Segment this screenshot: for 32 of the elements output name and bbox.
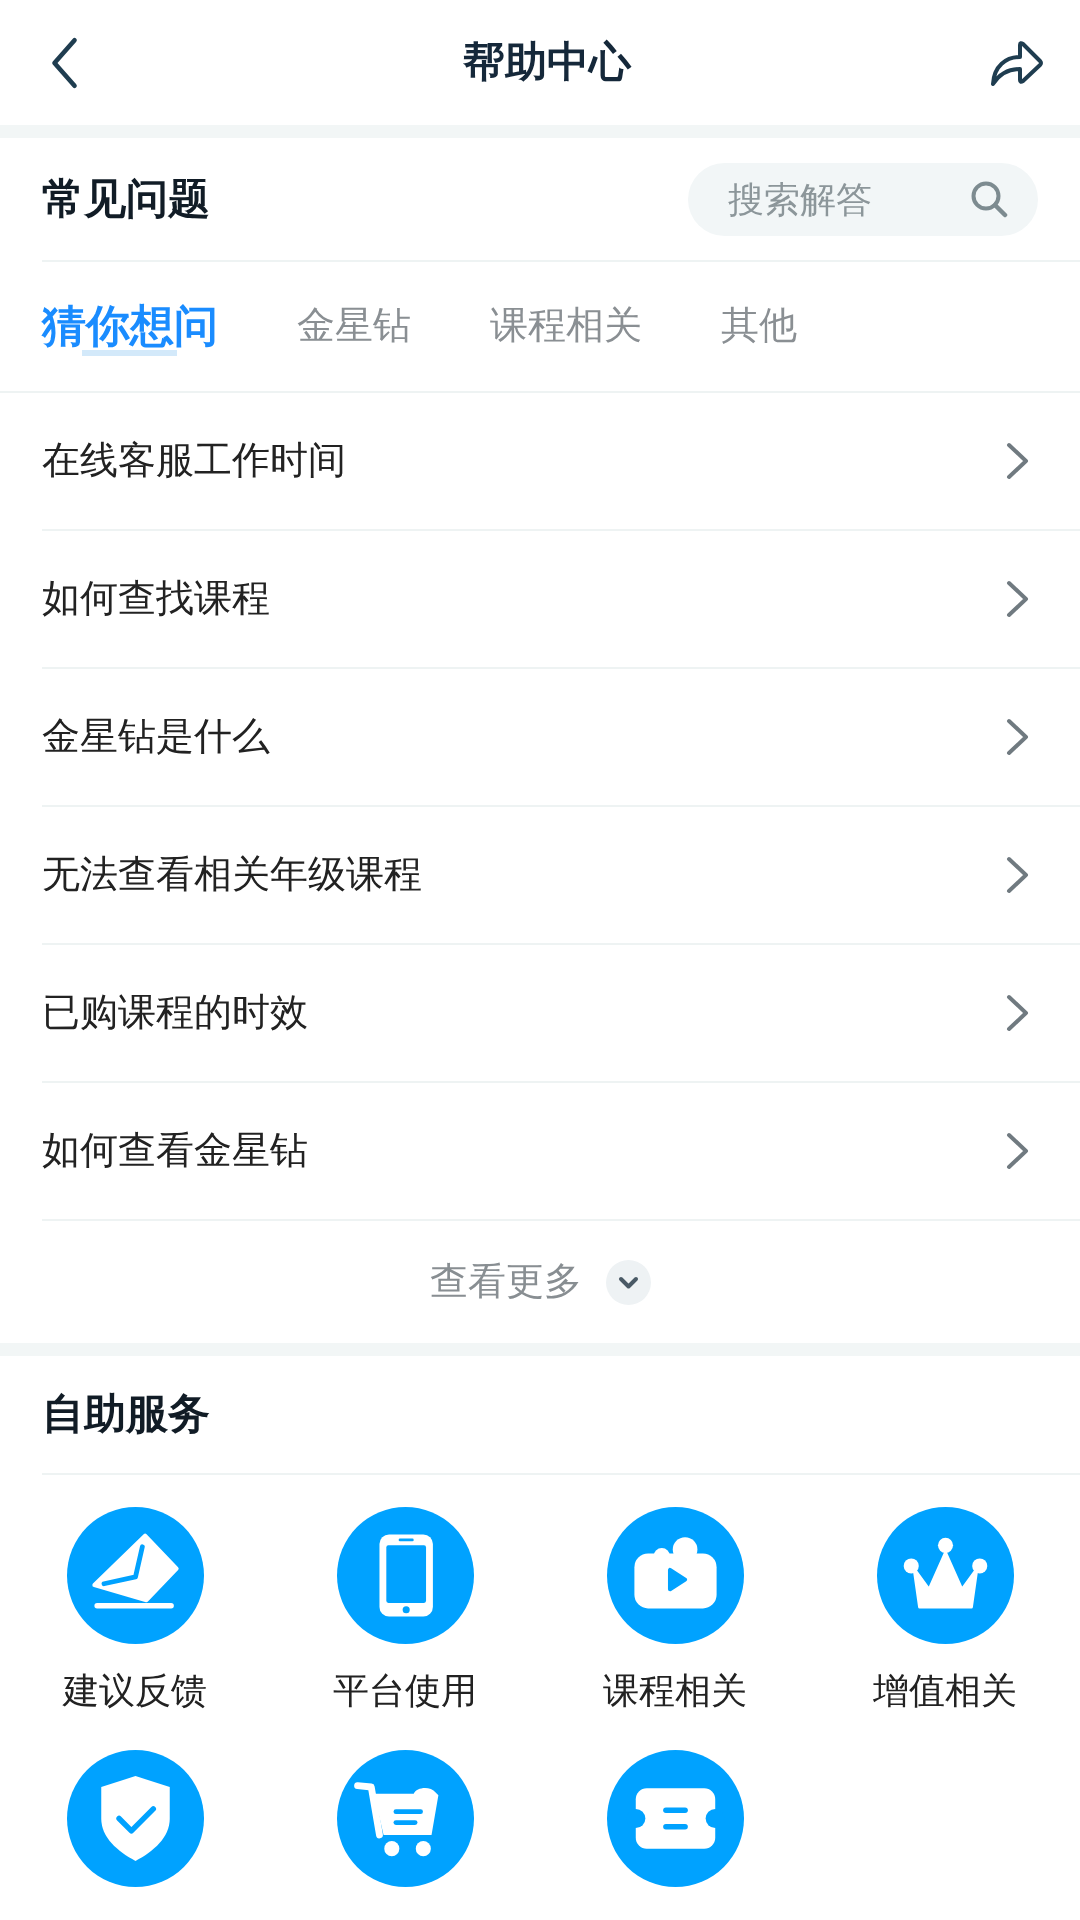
- question-item[interactable]: 如何查找课程: [42, 531, 1080, 669]
- service-item[interactable]: [336, 1750, 474, 1888]
- crown-icon: [876, 1507, 1014, 1644]
- service-item[interactable]: [606, 1750, 744, 1888]
- shopping-cart-icon: [336, 1750, 474, 1888]
- question-item[interactable]: 在线客服工作时间: [42, 393, 1080, 531]
- service-item[interactable]: [66, 1750, 204, 1888]
- chevron-right-icon: [1005, 580, 1031, 618]
- question-item[interactable]: 如何查看金星钻: [42, 1083, 1080, 1221]
- chevron-right-icon: [1005, 856, 1031, 894]
- section-title: 常见问题: [42, 173, 210, 225]
- question-item[interactable]: 金星钻是什么: [42, 669, 1080, 807]
- phone-icon: [336, 1507, 474, 1644]
- chevron-right-icon: [1005, 994, 1031, 1032]
- question-item[interactable]: 已购课程的时效: [42, 945, 1080, 1083]
- ticket-icon: [606, 1750, 744, 1888]
- envelope-icon: [66, 1507, 204, 1644]
- chevron-right-icon: [1005, 1132, 1031, 1170]
- search-icon: [970, 179, 1008, 218]
- service-item[interactable]: 课程相关: [603, 1507, 747, 1712]
- chevron-right-icon: [1005, 718, 1031, 756]
- service-item[interactable]: 建议反馈: [63, 1507, 207, 1712]
- section-title: 自助服务: [42, 1389, 210, 1440]
- shield-check-icon: [66, 1750, 204, 1888]
- page-title: 帮助中心: [463, 37, 631, 88]
- service-item[interactable]: 平台使用: [333, 1507, 477, 1712]
- chevron-down-icon: [605, 1259, 651, 1305]
- question-item[interactable]: 无法查看相关年级课程: [42, 807, 1080, 945]
- service-item[interactable]: 增值相关: [873, 1507, 1017, 1712]
- chevron-right-icon: [1005, 442, 1031, 480]
- search-field[interactable]: 搜索解答: [688, 162, 1038, 236]
- video-camera-icon: [606, 1507, 744, 1644]
